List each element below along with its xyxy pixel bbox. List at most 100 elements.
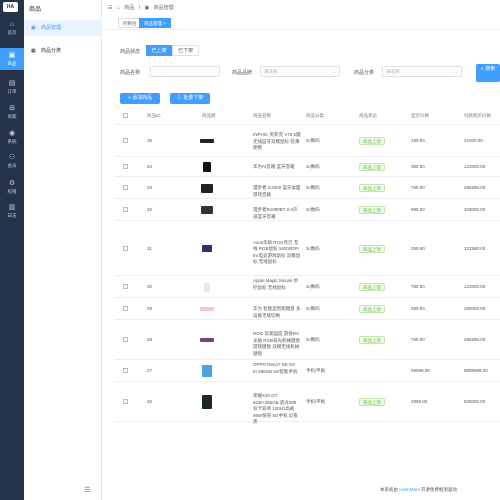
row-checkbox[interactable]	[123, 245, 128, 251]
goods-category: 3c数码	[306, 337, 320, 342]
category-select[interactable]: 请选择 ⌄	[382, 66, 462, 77]
table-row[interactable]: 34 华为AI音箱 蓝牙音箱 3c数码 商品上架 399.00 123000.00	[115, 157, 500, 177]
goods-name: 荣耀X40 GT 8GB+256GB 骁龙888 双卡双待 120Hz高刷 66…	[253, 393, 298, 424]
row-checkbox[interactable]	[123, 337, 128, 342]
name-input[interactable]	[150, 66, 220, 77]
batch-off-button[interactable]: ⇩ 批量下架	[170, 93, 210, 104]
pay-price: 123000.00	[464, 164, 486, 169]
pay-price: 286590.00	[464, 185, 486, 190]
display-price: 799.00	[411, 337, 425, 342]
row-checkbox[interactable]	[123, 185, 128, 190]
rail-item-gear[interactable]: ⚙ 权限	[0, 176, 24, 198]
breadcrumb-separator: /	[138, 5, 141, 11]
table-row[interactable]: 33 漫步者 G2000 蓝牙桌面游戏音箱 3c数码 商品上架 799.00 286590…	[115, 177, 500, 199]
rail-item-log[interactable]: ▥ 日志	[0, 200, 24, 222]
goods-id: 27	[147, 368, 153, 373]
display-price: 359.00	[411, 245, 425, 251]
table-row[interactable]: 35 INPHIC 英菲克 V75 5键 无线蓝牙双模鼠标 轻薄便携 3c数码 商品上…	[115, 125, 500, 157]
rail-item-home[interactable]: ⌂ 首页	[0, 17, 24, 39]
display-price: 399.00	[411, 164, 425, 169]
add-goods-button[interactable]: + 添加商品	[120, 93, 160, 104]
footer-link[interactable]: HashMark	[399, 487, 420, 492]
column-header: 商品分类	[306, 113, 324, 118]
brand-filter-label: 商品品牌	[232, 70, 253, 76]
display-price: 599.00	[411, 306, 425, 311]
goods-image	[201, 183, 213, 193]
sub-sidebar: 商品 ▣ 商品管理 ▦ 商品分类 ☰	[24, 0, 102, 500]
collapse-menu-icon[interactable]: ☰	[84, 486, 90, 494]
status-badge: 商品上架	[359, 206, 385, 214]
shop-icon: ⊞	[9, 105, 15, 112]
table-row[interactable]: 31 Asus华硕 ROG月刃 无线 RGB鼠标 16000DPI 6V电竞游戏鼠…	[115, 221, 500, 276]
rail-item-label: 商品	[7, 61, 17, 66]
tab-goods-manage[interactable]: 商品管理 ×	[139, 18, 171, 28]
select-all-checkbox[interactable]	[123, 113, 128, 118]
status-off-button[interactable]: 已下架	[172, 45, 199, 56]
row-checkbox[interactable]	[123, 207, 128, 212]
rail-item-label: 会员	[7, 163, 17, 168]
goods-image	[201, 206, 213, 214]
row-checkbox[interactable]	[123, 138, 128, 143]
rail-item-member[interactable]: ⚇ 会员	[0, 150, 24, 172]
breadcrumb-home-icon: ⌂	[116, 5, 120, 11]
user-icon: ◉	[8, 130, 16, 137]
goods-id: 33	[147, 185, 153, 190]
goods-name: 漫步者R1080BT 2.0声道蓝牙音箱	[253, 207, 298, 219]
breadcrumb-toggle-icon[interactable]: ☰	[108, 5, 112, 11]
table-row[interactable]: 30 Apple Magic Mouse 妙控鼠标 无线鼠标 3c数码 商品上架 799…	[115, 276, 500, 298]
pay-price: 8899998.00	[464, 368, 488, 373]
tab-label: 商品管理	[144, 21, 162, 26]
column-header: 商品ID	[147, 113, 161, 118]
rail-item-bag[interactable]: ▣ 商品	[0, 48, 24, 70]
status-on-button[interactable]: 已上架	[146, 45, 172, 56]
pay-price: 205000.00	[464, 306, 486, 311]
goods-category: 手机/平板	[306, 368, 326, 373]
goods-name: Apple Magic Mouse 妙控鼠标 无线鼠标	[253, 278, 299, 290]
goods-category: 3c数码	[306, 306, 320, 311]
row-checkbox[interactable]	[123, 284, 128, 289]
rail-item-shop[interactable]: ⊞ 商家	[0, 101, 24, 123]
goods-icon: ▣	[31, 25, 36, 31]
goods-id: 32	[147, 207, 153, 212]
row-checkbox[interactable]	[123, 368, 128, 373]
status-badge: 商品上架	[359, 244, 385, 253]
table-row[interactable]: 27 OPPO Reno7 SE 5G 8+256GB 5G智能手机 手机/平板 99…	[115, 360, 500, 382]
breadcrumb: ☰ ⌂ 商品 / ▣ 商品管理	[108, 4, 177, 12]
breadcrumb-item[interactable]: 商品	[124, 5, 134, 11]
goods-image	[204, 282, 210, 292]
app-rail: HA ⌂ 首页 ▣ 商品 ▤ 订单 ⊞ 商家 ◉ 系统 ⚇ 会员 ⚙ 权限 ▥ 日志	[0, 0, 24, 500]
status-badge: 商品上架	[359, 336, 385, 344]
chevron-down-icon: ⌄	[332, 69, 336, 74]
column-header: 商品图	[202, 113, 216, 118]
row-checkbox[interactable]	[123, 306, 128, 311]
goods-name: Asus华硕 ROG月刃 无线 RGB鼠标 16000DPI 6V电竞游戏鼠标 …	[253, 239, 301, 265]
rail-item-user[interactable]: ◉ 系统	[0, 126, 24, 148]
sidebar-item-goods-category[interactable]: ▦ 商品分类	[24, 43, 102, 59]
search-button[interactable]: ⌕ 搜索	[476, 64, 500, 82]
goods-id: 28	[147, 337, 153, 342]
display-price: 199.00	[411, 138, 425, 143]
tab-bar: 控制台 商品管理 ×	[102, 15, 500, 30]
search-icon: ⌕	[480, 66, 484, 72]
table-row[interactable]: 32 漫步者R1080BT 2.0声道蓝牙音箱 3c数码 商品上架 999.00 3280…	[115, 199, 500, 221]
row-checkbox[interactable]	[123, 164, 128, 169]
close-icon[interactable]: ×	[163, 21, 166, 26]
brand-select[interactable]: 请选择 ⌄	[260, 66, 340, 77]
goods-id: 26	[147, 399, 153, 404]
tab-dashboard[interactable]: 控制台	[118, 18, 142, 28]
table-row[interactable]: 28 ROG 玩家国度 游侠RX 光轴 RGB背光机械键盘 游戏键盘 双模无线机械…	[115, 320, 500, 360]
member-icon: ⚇	[8, 154, 16, 161]
table-row[interactable]: 29 华为 智能型智能键盘 多设备无缝切换 3c数码 商品上架 599.00 205000…	[115, 298, 500, 320]
table-row[interactable]: 26 荣耀X40 GT 8GB+256GB 骁龙888 双卡双待 120Hz高刷 …	[115, 382, 500, 424]
sidebar-item-label: 商品分类	[41, 48, 62, 54]
goods-image	[200, 307, 214, 311]
chevron-down-icon: ⌄	[454, 69, 458, 74]
row-checkbox[interactable]	[123, 399, 128, 404]
goods-image	[202, 245, 212, 252]
batch-off-label: 批量下架	[183, 95, 204, 101]
sidebar-item-goods-manage[interactable]: ▣ 商品管理	[24, 20, 102, 36]
rail-item-order[interactable]: ▤ 订单	[0, 76, 24, 98]
column-header: 商品名称	[253, 113, 271, 118]
status-badge: 商品上架	[359, 163, 385, 171]
breadcrumb-item: 商品管理	[153, 5, 174, 11]
